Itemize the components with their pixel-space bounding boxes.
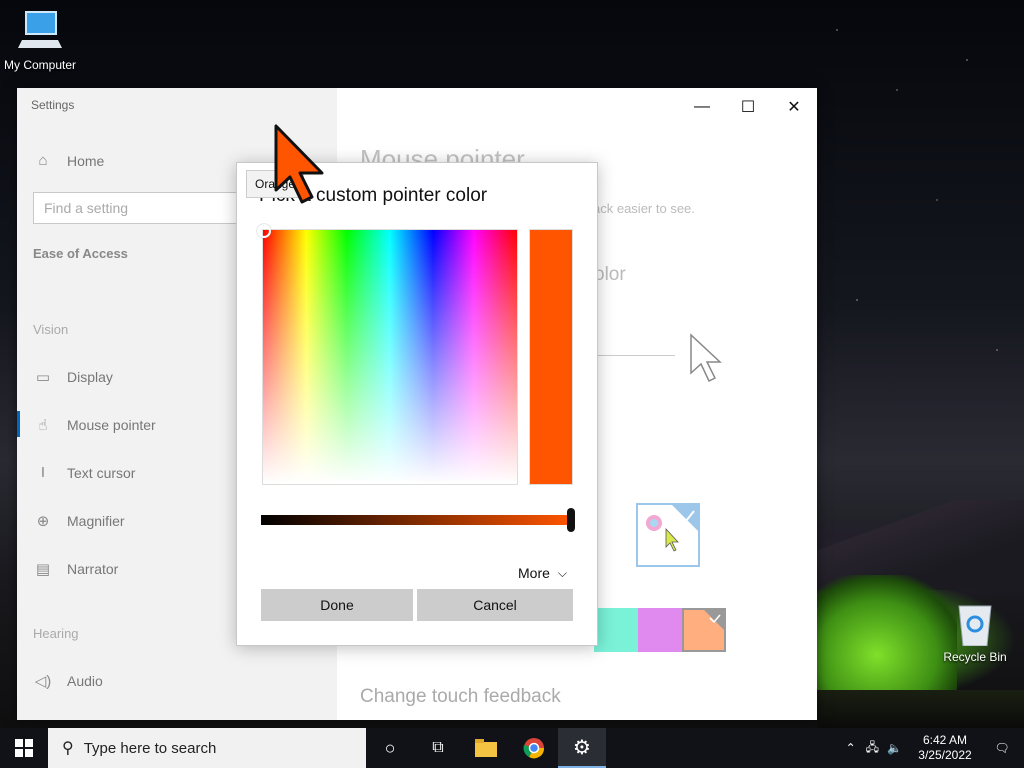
maximize-icon: ☐	[740, 99, 756, 116]
nav-home[interactable]: ⌂ Home	[33, 152, 104, 169]
color-spectrum[interactable]	[257, 224, 518, 485]
system-tray: ⌃ 🖧 🔈 6:42 AM 3/25/2022 🗨	[846, 728, 1024, 768]
category-title: Ease of Access	[33, 246, 128, 261]
folder-icon	[475, 739, 497, 757]
touch-feedback-heading: Change touch feedback	[360, 686, 561, 707]
color-swatch-orange-selected[interactable]	[682, 608, 726, 652]
taskbar-search-input[interactable]: ⚲ Type here to search	[48, 728, 366, 768]
search-icon: ⚲	[62, 740, 74, 757]
nav-narrator-label: Narrator	[67, 561, 119, 577]
page-description-fragment: ack easier to see.	[593, 201, 695, 216]
window-title: Settings	[31, 98, 75, 112]
brightness-slider[interactable]	[261, 515, 571, 525]
cancel-button[interactable]: Cancel	[417, 589, 573, 621]
clock-date: 3/25/2022	[918, 748, 972, 762]
nav-text-cursor-label: Text cursor	[67, 464, 136, 481]
color-swatch-violet[interactable]	[638, 608, 682, 652]
nav-magnifier[interactable]: ⊕ Magnifier	[33, 512, 125, 530]
notifications-icon: 🗨	[994, 741, 1010, 755]
color-preview	[529, 229, 573, 485]
close-button[interactable]: ✕	[771, 92, 817, 122]
section-vision: Vision	[33, 322, 69, 337]
nav-audio[interactable]: ◁) Audio	[33, 672, 103, 690]
start-button[interactable]	[0, 728, 48, 768]
wallpaper-ground	[817, 690, 1024, 730]
nav-mouse-pointer[interactable]: ☝ Mouse pointer	[33, 416, 156, 434]
color-heading-fragment: olor	[594, 264, 626, 285]
chrome-button[interactable]	[510, 728, 558, 768]
desktop-icon-recycle-bin[interactable]: Recycle Bin	[935, 602, 1015, 664]
nav-magnifier-label: Magnifier	[67, 513, 125, 529]
cortana-icon: ○	[384, 737, 396, 758]
desktop-icon-my-computer[interactable]: My Computer	[0, 10, 80, 72]
close-icon: ✕	[787, 99, 801, 116]
file-explorer-button[interactable]	[462, 728, 510, 768]
minimize-icon: —	[694, 98, 710, 115]
settings-taskbar-button[interactable]: ⚙	[558, 728, 606, 768]
nav-mouse-pointer-label: Mouse pointer	[67, 417, 156, 433]
nav-display[interactable]: ▭ Display	[33, 368, 113, 386]
computer-icon	[16, 10, 64, 54]
brightness-slider-thumb[interactable]	[567, 508, 575, 532]
nav-home-label: Home	[67, 152, 105, 169]
audio-icon: ◁)	[34, 673, 52, 690]
nav-text-cursor[interactable]: I Text cursor	[33, 464, 136, 481]
magnifier-icon: ⊕	[36, 513, 50, 530]
narrator-icon: ▤	[35, 561, 51, 578]
pointer-size-preview-icon	[689, 333, 723, 388]
color-picker-dialog: Pick a custom pointer color More ⌵ Done …	[236, 162, 598, 646]
custom-color-tile[interactable]	[636, 503, 700, 567]
task-view-button[interactable]: ⧉	[414, 728, 462, 768]
clock[interactable]: 6:42 AM 3/25/2022	[910, 733, 980, 763]
task-view-icon: ⧉	[432, 739, 444, 756]
chevron-up-icon[interactable]: ⌃	[846, 741, 856, 755]
windows-logo-icon	[15, 739, 33, 757]
chevron-down-icon: ⌵	[557, 565, 568, 580]
chrome-icon	[523, 738, 545, 759]
orange-pointer-icon	[272, 124, 332, 209]
maximize-button[interactable]: ☐	[725, 92, 771, 122]
notifications-button[interactable]: 🗨	[980, 728, 1024, 768]
done-button[interactable]: Done	[261, 589, 413, 621]
color-swatch-teal[interactable]	[594, 608, 638, 652]
nav-selection-indicator	[17, 411, 20, 437]
recycle-bin-icon	[951, 602, 999, 647]
home-icon: ⌂	[38, 152, 48, 169]
desktop-icon-label: Recycle Bin	[943, 650, 1007, 664]
more-toggle[interactable]: More ⌵	[518, 565, 567, 581]
taskbar: ⚲ Type here to search ○ ⧉ ⚙ ⌃ 🖧 🔈 6:42 A…	[0, 728, 1024, 768]
display-icon: ▭	[35, 369, 51, 386]
taskbar-search-placeholder: Type here to search	[83, 739, 217, 757]
desktop-icon-label: My Computer	[3, 58, 77, 72]
wallpaper-stars	[817, 0, 1024, 560]
network-icon[interactable]: 🖧	[866, 738, 879, 759]
gear-icon: ⚙	[573, 736, 591, 759]
section-hearing: Hearing	[33, 626, 79, 641]
minimize-button[interactable]: —	[679, 92, 725, 122]
text-cursor-icon: I	[40, 464, 46, 481]
clock-time: 6:42 AM	[922, 733, 968, 747]
nav-narrator[interactable]: ▤ Narrator	[33, 560, 118, 578]
volume-icon[interactable]: 🔈	[887, 741, 902, 755]
mouse-pointer-icon: ☝	[38, 417, 48, 434]
size-slider-line	[595, 355, 675, 356]
nav-display-label: Display	[67, 369, 113, 385]
cortana-button[interactable]: ○	[366, 728, 414, 768]
more-label: More	[518, 565, 550, 581]
nav-audio-label: Audio	[67, 673, 103, 689]
spectrum-handle[interactable]	[257, 224, 271, 238]
